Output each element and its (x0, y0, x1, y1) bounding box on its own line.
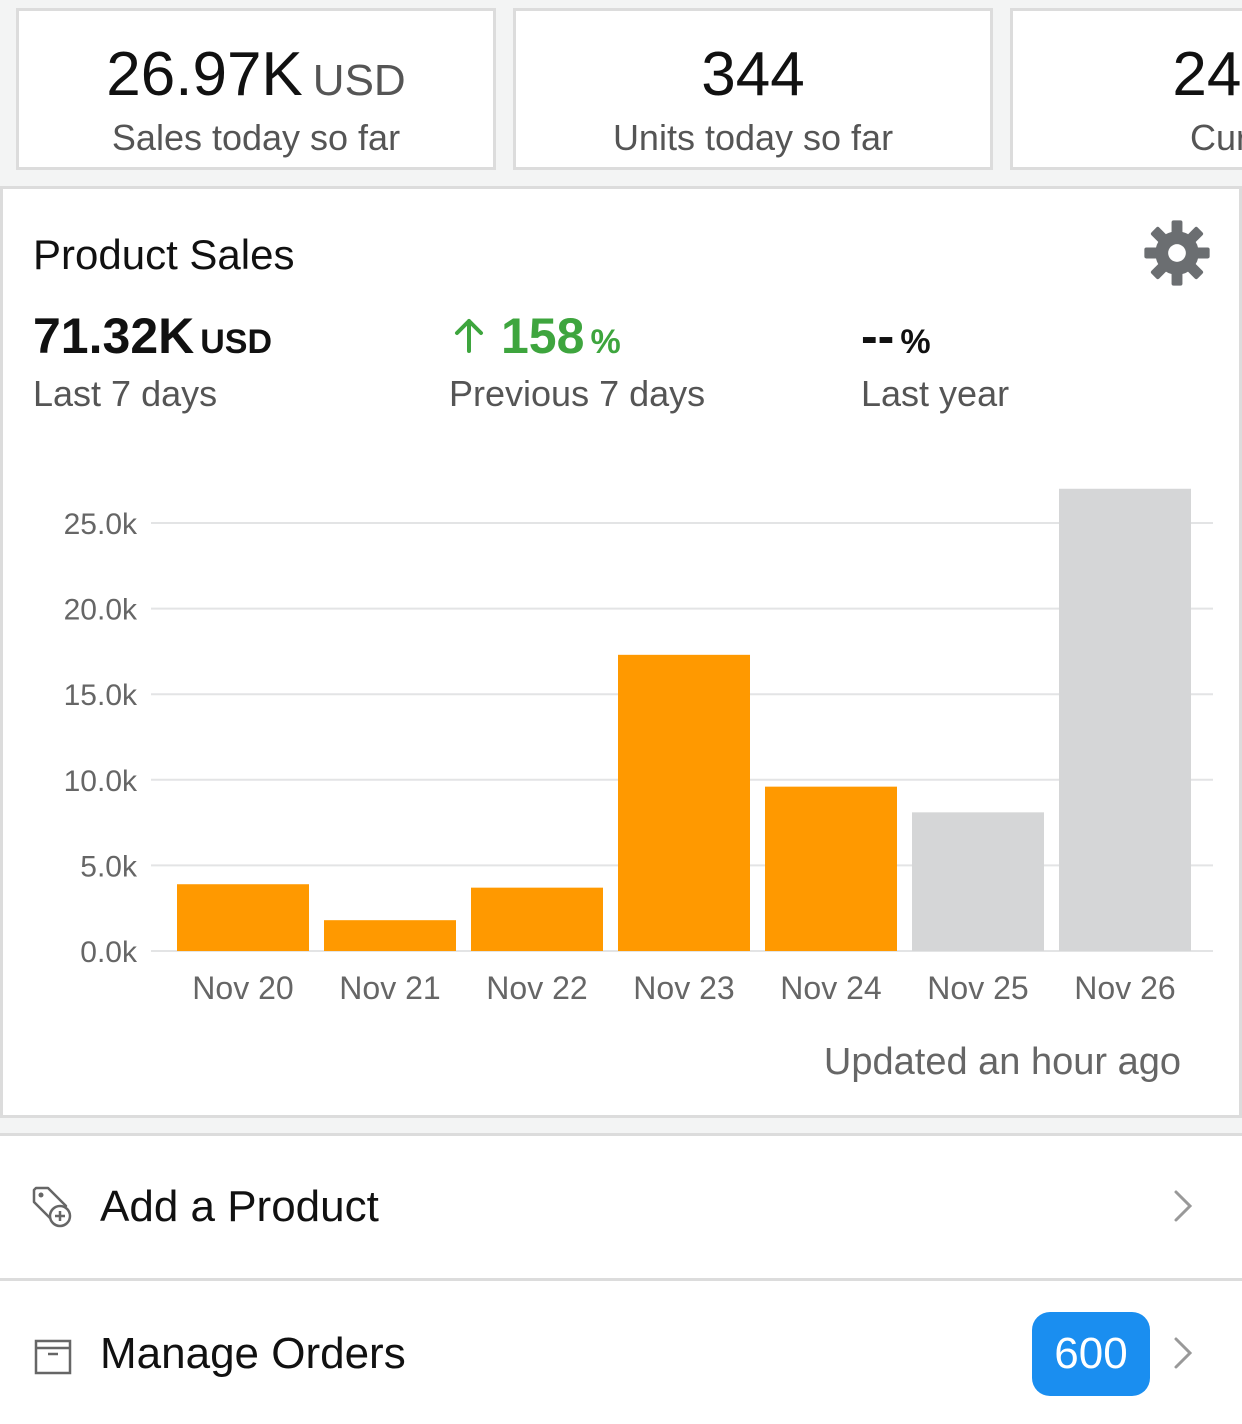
x-tick-label: Nov 25 (927, 970, 1028, 1006)
kpi-card-current[interactable]: 24.23 Current (1010, 8, 1242, 170)
bar (177, 884, 309, 951)
kpi-row: 26.97K USD Sales today so far 344 Units t… (0, 0, 1242, 180)
kpi-label: Current (1189, 117, 1242, 158)
orders-box-icon (34, 1339, 72, 1375)
kpi-label: Units today so far (612, 117, 894, 158)
y-tick-label: 0.0k (80, 936, 138, 969)
add-product-row[interactable]: Add a Product (0, 1136, 1242, 1280)
kpi-value: 24.23 (1172, 40, 1242, 109)
kpi-unit: USD (312, 56, 406, 105)
x-tick-label: Nov 24 (780, 970, 881, 1006)
bar (912, 812, 1044, 951)
y-tick-label: 5.0k (80, 850, 138, 883)
x-tick-label: Nov 22 (486, 970, 587, 1006)
x-tick-label: Nov 26 (1074, 970, 1175, 1006)
product-sales-card: Product Sales 71.32K USD Last 7 days 158%… (0, 186, 1242, 1118)
add-product-label: Add a Product (100, 1182, 379, 1231)
x-tick-label: Nov 23 (633, 970, 734, 1006)
kpi-value: 344 (701, 40, 805, 109)
orders-count-badge[interactable]: 600 (1032, 1312, 1150, 1396)
manage-orders-label: Manage Orders (100, 1329, 406, 1378)
updated-timestamp: Updated an hour ago (823, 1041, 1181, 1083)
bar (765, 786, 897, 951)
y-tick-label: 15.0k (64, 679, 138, 712)
x-tick-label: Nov 21 (339, 970, 440, 1006)
bar (618, 654, 750, 951)
bar (324, 920, 456, 951)
chevron-right-icon (1174, 1337, 1193, 1369)
kpi-value: 26.97K (106, 40, 303, 109)
product-sales-chart: 0.0k 5.0k 10.0k 15.0k 20.0k 25.0k Nov 20 Nov 21… (64, 488, 1213, 1006)
chevron-right-icon (1174, 1190, 1193, 1222)
y-tick-label: 20.0k (64, 594, 138, 627)
y-tick-label: 25.0k (64, 508, 138, 541)
kpi-card-sales-today[interactable]: 26.97K USD Sales today so far (16, 8, 496, 170)
y-tick-label: 10.0k (64, 765, 138, 798)
bar (471, 887, 603, 951)
kpi-label: Sales today so far (111, 117, 401, 158)
add-product-icon (32, 1186, 72, 1228)
bar (1059, 488, 1191, 951)
kpi-card-units-today[interactable]: 344 Units today so far (513, 8, 993, 170)
x-tick-label: Nov 20 (192, 970, 293, 1006)
